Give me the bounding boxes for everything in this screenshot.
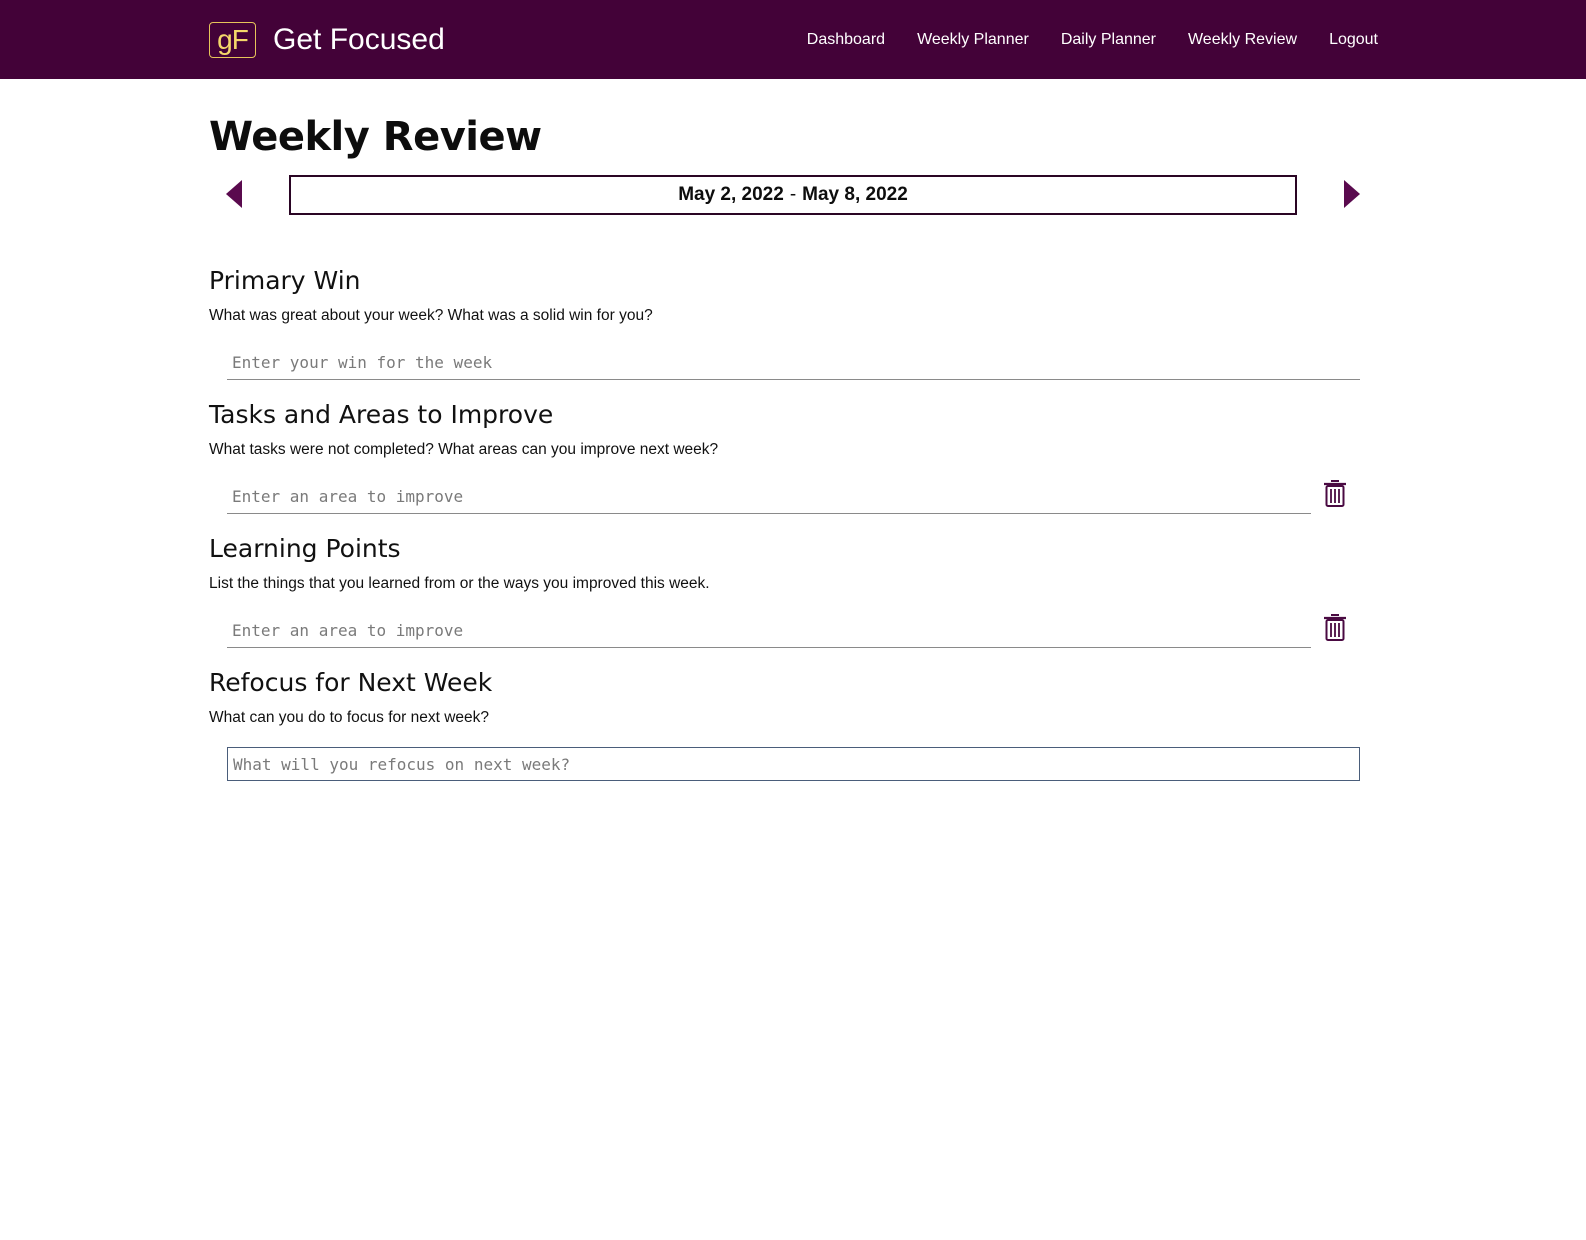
primary-win-description: What was great about your week? What was… [209,307,653,324]
refocus-input[interactable] [227,747,1360,781]
week-range-display: May 2, 2022 - May 8, 2022 [289,175,1297,215]
week-end-date: May 8, 2022 [802,184,908,205]
top-navbar: gF Get Focused Dashboard Weekly Planner … [0,0,1586,79]
week-range-separator: - [789,184,797,205]
primary-win-title: Primary Win [209,266,361,295]
improve-title: Tasks and Areas to Improve [209,400,554,429]
improve-description: What tasks were not completed? What area… [209,441,719,458]
learning-description: List the things that you learned from or… [209,575,710,592]
nav-link-logout[interactable]: Logout [1329,31,1378,49]
delete-improve-button[interactable] [1322,478,1348,508]
primary-win-input[interactable] [227,346,1360,380]
week-start-date: May 2, 2022 [678,184,784,205]
caret-left-icon [226,180,242,208]
nav-links: Dashboard Weekly Planner Daily Planner W… [775,0,1378,79]
brand-name: Get Focused [273,23,445,56]
brand[interactable]: gF Get Focused [209,20,445,60]
logo-badge: gF [209,22,256,58]
nav-link-weekly-planner[interactable]: Weekly Planner [917,31,1029,49]
next-week-button[interactable] [1342,179,1362,209]
improve-input[interactable] [227,480,1311,514]
refocus-title: Refocus for Next Week [209,668,493,697]
learning-title: Learning Points [209,534,401,563]
trash-icon [1324,480,1346,507]
previous-week-button[interactable] [224,179,244,209]
nav-link-daily-planner[interactable]: Daily Planner [1061,31,1156,49]
caret-right-icon [1344,180,1360,208]
nav-link-dashboard[interactable]: Dashboard [807,31,885,49]
trash-icon [1324,614,1346,641]
page-title: Weekly Review [209,114,542,160]
learning-input[interactable] [227,614,1311,648]
delete-learning-button[interactable] [1322,612,1348,642]
nav-link-weekly-review[interactable]: Weekly Review [1188,31,1297,49]
refocus-description: What can you do to focus for next week? [209,709,490,726]
